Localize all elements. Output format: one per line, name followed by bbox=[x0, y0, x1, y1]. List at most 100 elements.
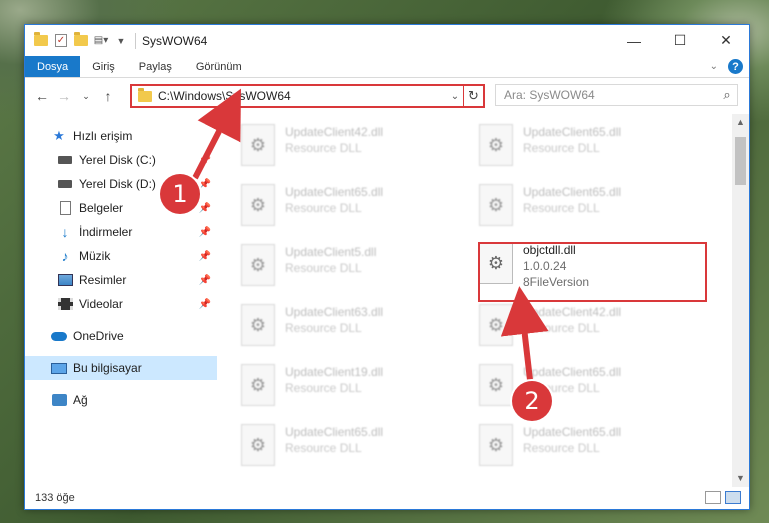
list-item[interactable]: ⚙ UpdateClient65.dll Resource DLL bbox=[479, 124, 699, 180]
nav-item-downloads[interactable]: ↓ İndirmeler 📌 bbox=[25, 220, 217, 244]
list-item[interactable]: ⚙ UpdateClient42.dll Resource DLL bbox=[479, 304, 699, 360]
status-bar: 133 öğe bbox=[25, 487, 749, 509]
folder-icon bbox=[138, 87, 152, 102]
settings-file-icon: ⚙ bbox=[241, 364, 275, 406]
close-button[interactable]: ✕ bbox=[703, 25, 749, 56]
list-item[interactable]: ⚙ UpdateClient42.dll Resource DLL bbox=[241, 124, 461, 180]
nav-quick-access[interactable]: ★ Hızlı erişim bbox=[25, 124, 217, 148]
file-name: UpdateClient65.dll bbox=[285, 185, 384, 199]
music-icon: ♪ bbox=[61, 248, 69, 264]
quick-access-toolbar: ✓ ▤▾ ▼ bbox=[25, 32, 129, 49]
file-description: Resource DLL bbox=[285, 441, 362, 455]
item-count: 133 öğe bbox=[35, 492, 75, 504]
minimize-button[interactable]: — bbox=[611, 25, 657, 56]
ribbon-tabs: Dosya Giriş Paylaş Görünüm ⌄ ? bbox=[25, 56, 749, 78]
documents-icon bbox=[57, 200, 73, 216]
dropdown-arrow-icon[interactable]: ▼ bbox=[113, 33, 129, 49]
properties-icon[interactable]: ✓ bbox=[53, 33, 69, 49]
videos-icon bbox=[57, 296, 73, 312]
tab-share[interactable]: Paylaş bbox=[127, 56, 184, 77]
nav-label: Videolar bbox=[79, 297, 123, 311]
forward-button[interactable]: → bbox=[53, 88, 75, 104]
help-icon[interactable]: ? bbox=[728, 59, 743, 74]
window-title: SysWOW64 bbox=[142, 33, 208, 48]
settings-file-icon: ⚙ bbox=[479, 184, 513, 226]
list-item[interactable]: ⚙ UpdateClient65.dll Resource DLL bbox=[479, 184, 699, 240]
nav-item-local-disk-c[interactable]: Yerel Disk (C:) 📌 bbox=[25, 148, 217, 172]
search-icon[interactable]: ⌕ bbox=[717, 87, 737, 103]
address-text[interactable]: C:\Windows\SysWOW64 bbox=[158, 89, 447, 103]
settings-file-icon: ⚙ bbox=[241, 304, 275, 346]
star-icon: ★ bbox=[53, 128, 65, 143]
nav-label: Müzik bbox=[79, 249, 111, 263]
nav-label: Yerel Disk (D:) bbox=[79, 177, 156, 191]
settings-file-icon: ⚙ bbox=[241, 424, 275, 466]
scroll-up-icon[interactable]: ▲ bbox=[732, 114, 749, 131]
nav-label: İndirmeler bbox=[79, 225, 133, 239]
nav-label: Bu bilgisayar bbox=[73, 361, 142, 375]
vertical-scrollbar[interactable]: ▲ ▼ bbox=[732, 114, 749, 487]
file-name: UpdateClient19.dll bbox=[285, 365, 384, 379]
file-description: Resource DLL bbox=[285, 141, 362, 155]
file-description: Resource DLL bbox=[285, 261, 362, 275]
refresh-button[interactable]: ↻ bbox=[463, 86, 483, 106]
nav-onedrive[interactable]: OneDrive bbox=[25, 324, 217, 348]
pin-icon: 📌 bbox=[198, 226, 211, 238]
file-description: Resource DLL bbox=[523, 141, 600, 155]
window-controls: — ☐ ✕ bbox=[611, 25, 749, 56]
file-name: UpdateClient65.dll bbox=[285, 425, 384, 439]
title-separator bbox=[135, 32, 136, 49]
nav-item-videos[interactable]: Videolar 📌 bbox=[25, 292, 217, 316]
nav-this-pc[interactable]: Bu bilgisayar bbox=[25, 356, 217, 380]
scroll-thumb[interactable] bbox=[735, 137, 746, 185]
nav-item-pictures[interactable]: Resimler 📌 bbox=[25, 268, 217, 292]
pin-icon: 📌 bbox=[198, 298, 211, 310]
settings-file-icon: ⚙ bbox=[241, 124, 275, 166]
address-bar[interactable]: C:\Windows\SysWOW64 ⌄ ↻ bbox=[130, 84, 485, 108]
tab-file[interactable]: Dosya bbox=[25, 56, 81, 77]
step-1-badge: 1 bbox=[160, 174, 200, 214]
nav-label: Ağ bbox=[73, 393, 88, 407]
large-icons-view-icon[interactable] bbox=[725, 491, 741, 504]
new-folder-icon[interactable] bbox=[73, 32, 89, 49]
pin-icon: 📌 bbox=[198, 178, 211, 190]
pin-icon: 📌 bbox=[198, 250, 211, 262]
nav-network[interactable]: Ağ bbox=[25, 388, 217, 412]
details-view-icon[interactable] bbox=[705, 491, 721, 504]
address-dropdown-icon[interactable]: ⌄ bbox=[447, 91, 463, 102]
list-item[interactable]: ⚙ UpdateClient65.dll Resource DLL bbox=[241, 184, 461, 240]
nav-label: Yerel Disk (C:) bbox=[79, 153, 156, 167]
up-button[interactable]: ↑ bbox=[97, 88, 119, 104]
list-item[interactable]: ⚙ UpdateClient65.dll Resource DLL bbox=[479, 364, 699, 420]
customize-toolbar-icon[interactable]: ▤▾ bbox=[93, 33, 109, 49]
settings-file-icon: ⚙ bbox=[479, 304, 513, 346]
back-button[interactable]: ← bbox=[31, 88, 53, 104]
navigation-pane: ★ Hızlı erişim Yerel Disk (C:) 📌 Yerel D… bbox=[25, 114, 217, 487]
list-item[interactable]: ⚙ UpdateClient19.dll Resource DLL bbox=[241, 364, 461, 420]
search-box[interactable]: Ara: SysWOW64 ⌕ bbox=[495, 84, 738, 106]
settings-file-icon: ⚙ bbox=[479, 124, 513, 166]
list-item[interactable]: ⚙ UpdateClient65.dll Resource DLL bbox=[241, 424, 461, 480]
navigation-bar: ← → ⌄ ↑ C:\Windows\SysWOW64 ⌄ ↻ Ara: Sys… bbox=[25, 78, 749, 114]
expand-ribbon-icon[interactable]: ⌄ bbox=[710, 61, 718, 72]
tab-home[interactable]: Giriş bbox=[80, 56, 127, 77]
downloads-icon: ↓ bbox=[61, 224, 69, 240]
nav-label: OneDrive bbox=[73, 329, 124, 343]
nav-item-music[interactable]: ♪ Müzik 📌 bbox=[25, 244, 217, 268]
file-description: Resource DLL bbox=[523, 321, 600, 335]
list-item[interactable]: ⚙ UpdateClient63.dll Resource DLL bbox=[241, 304, 461, 360]
pin-icon: 📌 bbox=[198, 274, 211, 286]
recent-locations-button[interactable]: ⌄ bbox=[75, 91, 97, 102]
settings-file-icon: ⚙ bbox=[241, 244, 275, 286]
cloud-icon bbox=[51, 328, 67, 344]
scroll-down-icon[interactable]: ▼ bbox=[732, 470, 749, 487]
nav-label: Resimler bbox=[79, 273, 127, 287]
search-input[interactable]: Ara: SysWOW64 bbox=[504, 88, 717, 102]
maximize-button[interactable]: ☐ bbox=[657, 25, 703, 56]
list-item[interactable]: ⚙ UpdateClient5.dll Resource DLL bbox=[241, 244, 461, 300]
ribbon-right: ⌄ ? bbox=[710, 59, 743, 74]
list-item[interactable]: ⚙ UpdateClient65.dll Resource DLL bbox=[479, 424, 699, 480]
file-description: Resource DLL bbox=[285, 201, 362, 215]
tab-view[interactable]: Görünüm bbox=[184, 56, 254, 77]
drive-icon bbox=[57, 176, 73, 192]
